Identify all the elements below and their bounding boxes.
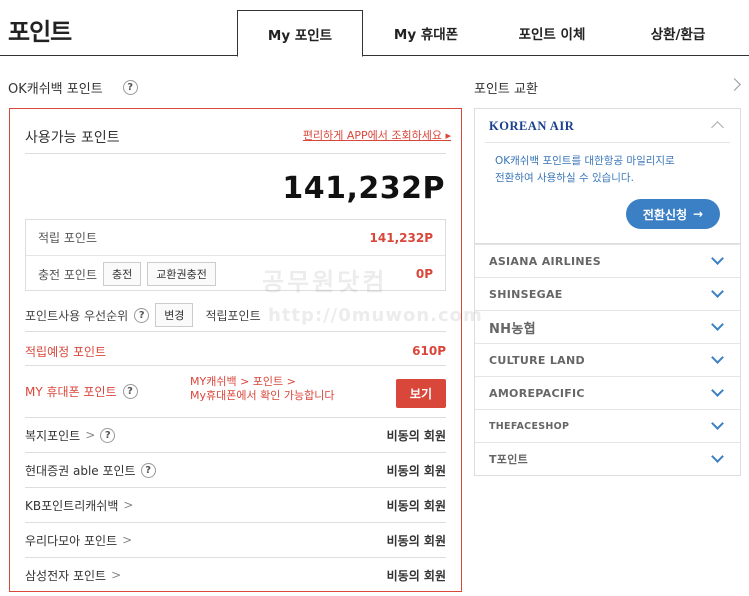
list-item-label: 현대증권 able 포인트 — [25, 463, 136, 478]
point-exchange-card: KOREAN AIR OK캐쉬백 포인트를 대한항공 마일리지로 전환하여 사용… — [474, 108, 741, 476]
list-item-value: 비동의 회원 — [386, 428, 446, 443]
help-icon[interactable]: ? — [122, 383, 138, 399]
korean-air-description: OK캐쉬백 포인트를 대한항공 마일리지로 전환하여 사용하실 수 있습니다. — [495, 153, 675, 187]
help-icon[interactable]: ? — [140, 462, 156, 478]
charge-point-value: 0P — [415, 267, 433, 281]
convert-apply-label: 전환신청 — [642, 207, 688, 222]
voucher-charge-button[interactable]: 교환권충전 — [147, 262, 216, 286]
list-item-label: KB포인트리캐쉬백 — [25, 498, 119, 513]
priority-label: 포인트사용 우선순위 — [25, 308, 129, 323]
app-link[interactable]: 편리하게 APP에서 조회하세요 ▸ — [303, 127, 451, 143]
divider — [485, 142, 730, 143]
list-item[interactable]: 우리다모아 포인트 > 비동의 회원 — [25, 522, 446, 557]
charge-point-label: 충전 포인트 — [38, 267, 98, 282]
help-icon[interactable]: ? — [122, 80, 138, 95]
point-list: 복지포인트 > ? 비동의 회원 현대증권 able 포인트 ? 비동의 회원 … — [25, 417, 446, 592]
priority-change-button[interactable]: 변경 — [155, 303, 194, 327]
phone-point-note: MY캐쉬백 > 포인트 > My휴대폰에서 확인 가능합니다 — [190, 375, 334, 403]
available-point-value: 141,232P — [282, 171, 445, 206]
divider — [25, 153, 446, 154]
list-item-label: 삼성전자 포인트 — [25, 568, 107, 583]
phone-note-line-2: My휴대폰에서 확인 가능합니다 — [190, 389, 335, 402]
tab-my-phone[interactable]: My 휴대폰 — [363, 10, 489, 56]
divider — [25, 365, 446, 366]
app-link-text: 편리하게 APP에서 조회하세요 — [302, 129, 442, 142]
ka-desc-line-1: OK캐쉬백 포인트를 대한항공 마일리지로 — [495, 155, 675, 167]
list-item-value: 비동의 회원 — [386, 498, 446, 513]
partner-name: ASIANA AIRLINES — [489, 254, 601, 268]
list-item-value: 비동의 회원 — [386, 463, 446, 478]
list-item-label: 우리다모아 포인트 — [25, 533, 118, 548]
chevron-down-icon — [711, 450, 724, 463]
tab-my-point[interactable]: My 포인트 — [237, 10, 363, 57]
partner-name: CULTURE LAND — [489, 353, 585, 367]
ok-cashbag-card: 사용가능 포인트 편리하게 APP에서 조회하세요 ▸ 141,232P 적립 … — [9, 108, 462, 592]
page-title: 포인트 — [8, 18, 72, 46]
partner-shinsegae[interactable]: SHINSEGAE — [475, 277, 740, 310]
tab-point-transfer[interactable]: 포인트 이체 — [489, 10, 615, 56]
expected-point-value: 610P — [412, 344, 446, 358]
chevron-right-icon: > — [122, 533, 133, 547]
partner-name: THEFACESHOP — [489, 420, 570, 432]
left-section-title: OK캐쉬백 포인트 — [8, 82, 103, 97]
korean-air-panel: KOREAN AIR OK캐쉬백 포인트를 대한항공 마일리지로 전환하여 사용… — [475, 109, 740, 244]
charge-button[interactable]: 충전 — [103, 262, 142, 286]
chevron-down-icon — [711, 417, 724, 430]
partner-thefaceshop[interactable]: THEFACESHOP — [475, 409, 740, 442]
left-section-header: OK캐쉬백 포인트 ? — [8, 78, 138, 97]
chevron-down-icon — [711, 252, 724, 265]
right-section-title: 포인트 교환 — [474, 82, 538, 97]
phone-note-line-1: MY캐쉬백 > 포인트 > — [190, 375, 296, 388]
chevron-right-icon: > — [85, 428, 96, 442]
watermark-url: http://0muwon.com — [268, 305, 483, 326]
list-item[interactable]: 복지포인트 > ? 비동의 회원 — [25, 417, 446, 452]
list-item-label: 복지포인트 — [25, 428, 81, 443]
chevron-right-icon: > — [111, 568, 122, 582]
help-icon[interactable]: ? — [134, 307, 150, 323]
phone-point-label: MY 휴대폰 포인트 — [25, 384, 117, 399]
partner-tpoint[interactable]: T포인트 — [475, 442, 740, 475]
chevron-up-icon[interactable] — [711, 121, 724, 134]
partner-amorepacific[interactable]: AMOREPACIFIC — [475, 376, 740, 409]
available-point-label: 사용가능 포인트 — [25, 130, 120, 146]
list-item[interactable]: 삼성전자 포인트 > 비동의 회원 — [25, 557, 446, 592]
partner-name: T포인트 — [489, 453, 529, 466]
ka-desc-line-2: 전환하여 사용하실 수 있습니다. — [495, 172, 634, 184]
divider — [25, 331, 446, 332]
list-item-value: 비동의 회원 — [386, 533, 446, 548]
accrued-point-label: 적립 포인트 — [38, 231, 98, 245]
korean-air-logo: KOREAN AIR — [489, 119, 575, 133]
convert-apply-button[interactable]: 전환신청 → — [626, 199, 720, 229]
priority-value: 적립포인트 — [205, 308, 261, 323]
chevron-down-icon — [711, 318, 724, 331]
arrow-right-icon: → — [693, 207, 704, 221]
partner-nh[interactable]: NH농협 — [475, 310, 740, 343]
list-item-value: 비동의 회원 — [386, 568, 446, 583]
chevron-right-icon[interactable] — [728, 78, 741, 91]
priority-row: 포인트사용 우선순위 ? 변경 적립포인트 — [25, 303, 261, 327]
watermark: 공무원닷컴 — [262, 268, 388, 296]
chevron-down-icon — [711, 285, 724, 298]
expected-point-label: 적립예정 포인트 — [25, 344, 107, 359]
chevron-right-icon: > — [123, 498, 134, 512]
chevron-down-icon — [711, 384, 724, 397]
view-button[interactable]: 보기 — [395, 379, 446, 408]
tab-bar: My 포인트 My 휴대폰 포인트 이체 상환/환급 — [237, 10, 741, 57]
chevron-down-icon — [711, 351, 724, 364]
accrued-point-value: 141,232P — [369, 230, 433, 245]
triangle-right-icon: ▸ — [445, 129, 451, 142]
partner-asiana[interactable]: ASIANA AIRLINES — [475, 244, 740, 277]
tab-refund[interactable]: 상환/환급 — [615, 10, 741, 56]
partner-name: SHINSEGAE — [489, 287, 563, 301]
help-icon[interactable]: ? — [100, 427, 116, 443]
right-section-header: 포인트 교환 — [474, 78, 538, 97]
expected-point-row: 적립예정 포인트 610P — [25, 337, 446, 365]
accrued-point-row: 적립 포인트 141,232P — [26, 220, 445, 256]
list-item[interactable]: 현대증권 able 포인트 ? 비동의 회원 — [25, 452, 446, 487]
partner-cultureland[interactable]: CULTURE LAND — [475, 343, 740, 376]
partner-name: AMOREPACIFIC — [489, 386, 585, 400]
partner-name: NH농협 — [489, 321, 536, 337]
list-item[interactable]: KB포인트리캐쉬백 > 비동의 회원 — [25, 487, 446, 522]
